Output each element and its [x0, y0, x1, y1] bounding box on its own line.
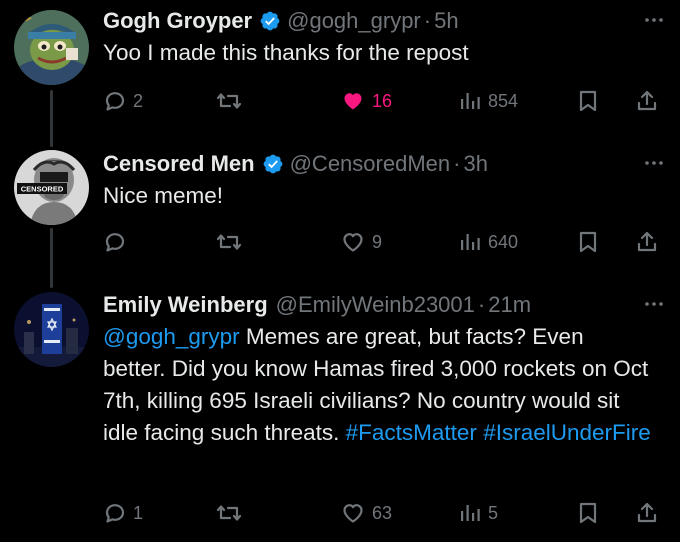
reply-icon	[105, 504, 125, 523]
tweet-text: @gogh_grypr Memes are great, but facts? …	[103, 321, 666, 449]
city-building-flag-avatar	[14, 292, 89, 367]
bookmark-button[interactable]	[577, 497, 599, 529]
bookmark-button[interactable]	[577, 226, 599, 258]
reply-count: 1	[133, 502, 144, 523]
tweet-header: Emily Weinberg @EmilyWeinb23001 · 21m	[103, 290, 666, 320]
separator-dot: ·	[477, 292, 486, 317]
like-count: 9	[372, 231, 383, 252]
share-button[interactable]	[635, 497, 659, 529]
view-count: 5	[488, 502, 499, 523]
reply-count: 2	[133, 90, 144, 111]
share-button[interactable]	[635, 226, 659, 258]
heart-icon	[344, 93, 362, 110]
user-handle[interactable]: @CensoredMen	[290, 151, 451, 177]
reply-icon	[105, 92, 125, 111]
views-button[interactable]: 5	[458, 497, 498, 529]
view-count: 854	[488, 90, 519, 111]
like-count: 63	[372, 502, 393, 523]
retweet-button[interactable]	[216, 85, 248, 117]
censored-bust-avatar: CENSORED	[14, 150, 89, 225]
avatar[interactable]: CENSORED	[14, 150, 89, 225]
timestamp[interactable]: 3h	[463, 151, 487, 177]
avatar-censored-label: CENSORED	[21, 185, 64, 194]
display-name[interactable]: Gogh Groyper	[103, 8, 252, 34]
bookmark-icon	[579, 502, 597, 524]
thread-line	[50, 90, 53, 147]
tweet-header: Censored Men @CensoredMen · 3h	[103, 149, 666, 179]
like-button[interactable]: 16	[340, 85, 392, 117]
hashtag-link[interactable]: #FactsMatter	[346, 420, 477, 445]
view-count: 640	[488, 231, 519, 252]
views-icon	[461, 505, 480, 521]
action-bar: 9 640	[103, 226, 666, 258]
tweet-text: Nice meme!	[103, 183, 224, 208]
separator-dot: ·	[423, 8, 432, 33]
display-name[interactable]: Emily Weinberg	[103, 292, 268, 318]
mention-link[interactable]: @gogh_grypr	[103, 324, 240, 349]
avatar[interactable]	[14, 292, 89, 367]
views-icon	[461, 234, 480, 250]
van-gogh-frog-avatar	[14, 10, 89, 85]
heart-icon	[343, 233, 363, 252]
views-icon	[461, 93, 480, 109]
reply-button[interactable]: 1	[103, 497, 143, 529]
bookmark-button[interactable]	[577, 85, 599, 117]
heart-icon	[343, 504, 363, 523]
retweet-button[interactable]	[216, 497, 248, 529]
views-button[interactable]: 640	[458, 226, 518, 258]
like-count: 16	[372, 90, 393, 111]
share-icon	[637, 90, 657, 111]
timestamp[interactable]: 21m	[488, 292, 531, 318]
views-button[interactable]: 854	[458, 85, 518, 117]
retweet-icon	[216, 234, 242, 250]
bookmark-icon	[579, 231, 597, 253]
verified-badge-icon	[260, 11, 280, 31]
user-handle[interactable]: @EmilyWeinb23001	[276, 292, 475, 318]
reply-button[interactable]	[103, 226, 133, 258]
timestamp[interactable]: 5h	[434, 8, 458, 34]
reply-icon	[105, 233, 125, 252]
retweet-icon	[216, 505, 242, 521]
share-icon	[637, 502, 657, 523]
tweet[interactable]: Emily Weinberg @EmilyWeinb23001 · 21m @g…	[103, 290, 666, 524]
share-button[interactable]	[635, 85, 659, 117]
more-icon[interactable]	[642, 153, 666, 173]
tweet[interactable]: Gogh Groyper @gogh_grypr · 5h Yoo I made…	[103, 6, 666, 112]
bookmark-icon	[579, 90, 597, 112]
verified-badge-icon	[263, 154, 282, 174]
tweet-header: Gogh Groyper @gogh_grypr · 5h	[103, 6, 666, 36]
like-button[interactable]: 63	[340, 497, 392, 529]
display-name[interactable]: Censored Men	[103, 151, 255, 177]
more-icon[interactable]	[642, 10, 666, 30]
retweet-button[interactable]	[216, 226, 248, 258]
user-handle[interactable]: @gogh_grypr	[287, 8, 421, 34]
separator-dot: ·	[453, 151, 461, 176]
hashtag-link[interactable]: #IsraelUnderFire	[483, 420, 651, 445]
more-icon[interactable]	[642, 294, 666, 314]
share-icon	[637, 231, 657, 252]
tweet[interactable]: Censored Men @CensoredMen · 3h Nice meme…	[103, 149, 666, 253]
action-bar: 2 16 854	[103, 85, 666, 117]
tweet-text: Yoo I made this thanks for the repost	[103, 40, 469, 65]
reply-button[interactable]: 2	[103, 85, 143, 117]
avatar[interactable]	[14, 10, 89, 85]
thread-line	[50, 228, 53, 288]
like-button[interactable]: 9	[340, 226, 382, 258]
action-bar: 1 63 5	[103, 497, 666, 529]
retweet-icon	[216, 93, 242, 109]
